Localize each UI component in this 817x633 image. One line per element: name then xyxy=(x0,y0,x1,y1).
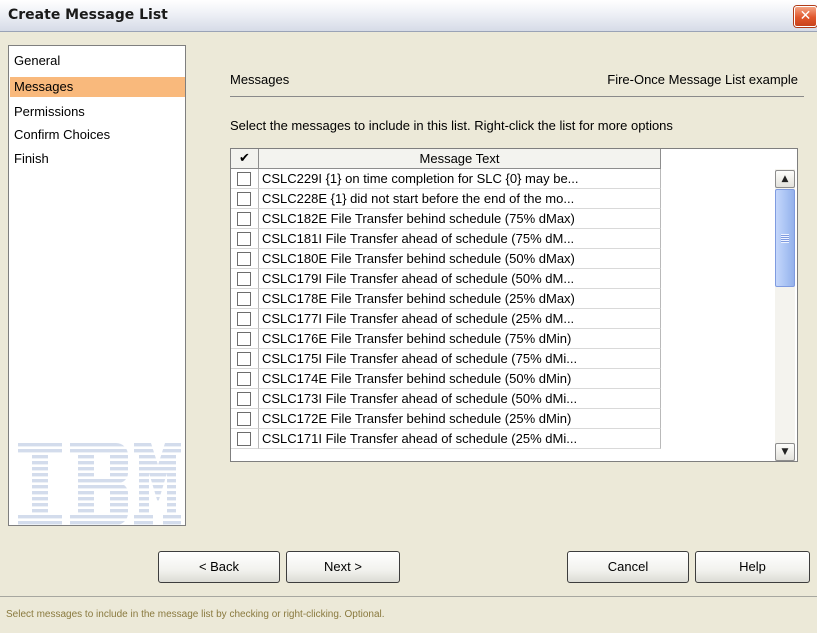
next-button[interactable]: Next > xyxy=(286,551,400,583)
heading-divider xyxy=(230,96,804,97)
message-text-cell: CSLC182E File Transfer behind schedule (… xyxy=(259,209,661,229)
table-row[interactable]: CSLC176E File Transfer behind schedule (… xyxy=(231,329,661,349)
message-text-cell: CSLC228E {1} did not start before the en… xyxy=(259,189,661,209)
row-checkbox-cell xyxy=(231,269,259,289)
close-icon: ✕ xyxy=(799,8,812,24)
message-checkbox[interactable] xyxy=(237,372,251,386)
cancel-button[interactable]: Cancel xyxy=(567,551,689,583)
row-checkbox-cell xyxy=(231,369,259,389)
section-heading: Messages Fire-Once Message List example xyxy=(230,72,798,87)
message-checkbox[interactable] xyxy=(237,432,251,446)
message-checkbox[interactable] xyxy=(237,292,251,306)
table-row[interactable]: CSLC172E File Transfer behind schedule (… xyxy=(231,409,661,429)
table-header: ✔ Message Text xyxy=(231,149,661,169)
nav-item-general[interactable]: General xyxy=(10,51,185,71)
message-checkbox[interactable] xyxy=(237,332,251,346)
help-button[interactable]: Help xyxy=(695,551,810,583)
message-text-cell: CSLC172E File Transfer behind schedule (… xyxy=(259,409,661,429)
back-button[interactable]: < Back xyxy=(158,551,280,583)
message-table[interactable]: ✔ Message Text CSLC229I {1} on time comp… xyxy=(230,148,798,462)
section-title: Messages xyxy=(230,72,290,87)
table-row[interactable]: CSLC181I File Transfer ahead of schedule… xyxy=(231,229,661,249)
table-row[interactable]: CSLC174E File Transfer behind schedule (… xyxy=(231,369,661,389)
select-column-header[interactable]: ✔ xyxy=(231,149,259,169)
nav-item-permissions[interactable]: Permissions xyxy=(10,102,185,122)
message-text-cell: CSLC176E File Transfer behind schedule (… xyxy=(259,329,661,349)
message-checkbox[interactable] xyxy=(237,232,251,246)
table-row[interactable]: CSLC228E {1} did not start before the en… xyxy=(231,189,661,209)
row-checkbox-cell xyxy=(231,289,259,309)
message-checkbox[interactable] xyxy=(237,312,251,326)
message-text-cell: CSLC229I {1} on time completion for SLC … xyxy=(259,169,661,189)
title-bar: Create Message List ✕ xyxy=(0,0,817,32)
table-row[interactable]: CSLC177I File Transfer ahead of schedule… xyxy=(231,309,661,329)
message-checkbox[interactable] xyxy=(237,392,251,406)
message-checkbox[interactable] xyxy=(237,412,251,426)
message-text-cell: CSLC178E File Transfer behind schedule (… xyxy=(259,289,661,309)
status-bar: Select messages to include in the messag… xyxy=(0,596,817,633)
row-checkbox-cell xyxy=(231,429,259,449)
table-row[interactable]: CSLC229I {1} on time completion for SLC … xyxy=(231,169,661,189)
table-row[interactable]: CSLC173I File Transfer ahead of schedule… xyxy=(231,389,661,409)
message-text-cell: CSLC180E File Transfer behind schedule (… xyxy=(259,249,661,269)
message-checkbox[interactable] xyxy=(237,172,251,186)
message-text-cell: CSLC181I File Transfer ahead of schedule… xyxy=(259,229,661,249)
scroll-down-button[interactable]: ▼ xyxy=(775,443,795,461)
row-checkbox-cell xyxy=(231,349,259,369)
message-text-column-header[interactable]: Message Text xyxy=(259,149,661,169)
checkmark-icon: ✔ xyxy=(239,151,250,166)
message-checkbox[interactable] xyxy=(237,352,251,366)
row-checkbox-cell xyxy=(231,229,259,249)
row-checkbox-cell xyxy=(231,189,259,209)
nav-item-messages[interactable]: Messages xyxy=(10,77,185,97)
message-checkbox[interactable] xyxy=(237,272,251,286)
table-row[interactable]: CSLC178E File Transfer behind schedule (… xyxy=(231,289,661,309)
message-text-cell: CSLC175I File Transfer ahead of schedule… xyxy=(259,349,661,369)
row-checkbox-cell xyxy=(231,169,259,189)
window-title: Create Message List xyxy=(8,7,168,23)
table-row[interactable]: CSLC175I File Transfer ahead of schedule… xyxy=(231,349,661,369)
close-button[interactable]: ✕ xyxy=(794,6,817,27)
row-checkbox-cell xyxy=(231,309,259,329)
message-checkbox[interactable] xyxy=(237,192,251,206)
instructions-text: Select the messages to include in this l… xyxy=(230,118,673,133)
row-checkbox-cell xyxy=(231,329,259,349)
row-checkbox-cell xyxy=(231,389,259,409)
scroll-grip-icon xyxy=(781,234,789,243)
message-checkbox[interactable] xyxy=(237,252,251,266)
table-row[interactable]: CSLC180E File Transfer behind schedule (… xyxy=(231,249,661,269)
table-row[interactable]: CSLC182E File Transfer behind schedule (… xyxy=(231,209,661,229)
scroll-up-arrow-icon: ▲ xyxy=(781,174,789,184)
row-checkbox-cell xyxy=(231,249,259,269)
nav-item-confirm-choices[interactable]: Confirm Choices xyxy=(10,125,185,145)
status-text: Select messages to include in the messag… xyxy=(6,609,385,620)
scroll-down-arrow-icon: ▼ xyxy=(781,447,789,457)
row-checkbox-cell xyxy=(231,409,259,429)
row-checkbox-cell xyxy=(231,209,259,229)
ibm-logo xyxy=(18,443,181,525)
message-text-cell: CSLC177I File Transfer ahead of schedule… xyxy=(259,309,661,329)
message-text-cell: CSLC171I File Transfer ahead of schedule… xyxy=(259,429,661,449)
table-row[interactable]: CSLC179I File Transfer ahead of schedule… xyxy=(231,269,661,289)
nav-item-finish[interactable]: Finish xyxy=(10,149,185,169)
message-text-cell: CSLC173I File Transfer ahead of schedule… xyxy=(259,389,661,409)
table-row[interactable]: CSLC171I File Transfer ahead of schedule… xyxy=(231,429,661,449)
scroll-up-button[interactable]: ▲ xyxy=(775,170,795,188)
message-text-cell: CSLC179I File Transfer ahead of schedule… xyxy=(259,269,661,289)
scroll-thumb[interactable] xyxy=(775,189,795,287)
list-name-label: Fire-Once Message List example xyxy=(607,72,798,87)
message-text-cell: CSLC174E File Transfer behind schedule (… xyxy=(259,369,661,389)
message-checkbox[interactable] xyxy=(237,212,251,226)
wizard-step-list: General Messages Permissions Confirm Cho… xyxy=(8,45,186,526)
